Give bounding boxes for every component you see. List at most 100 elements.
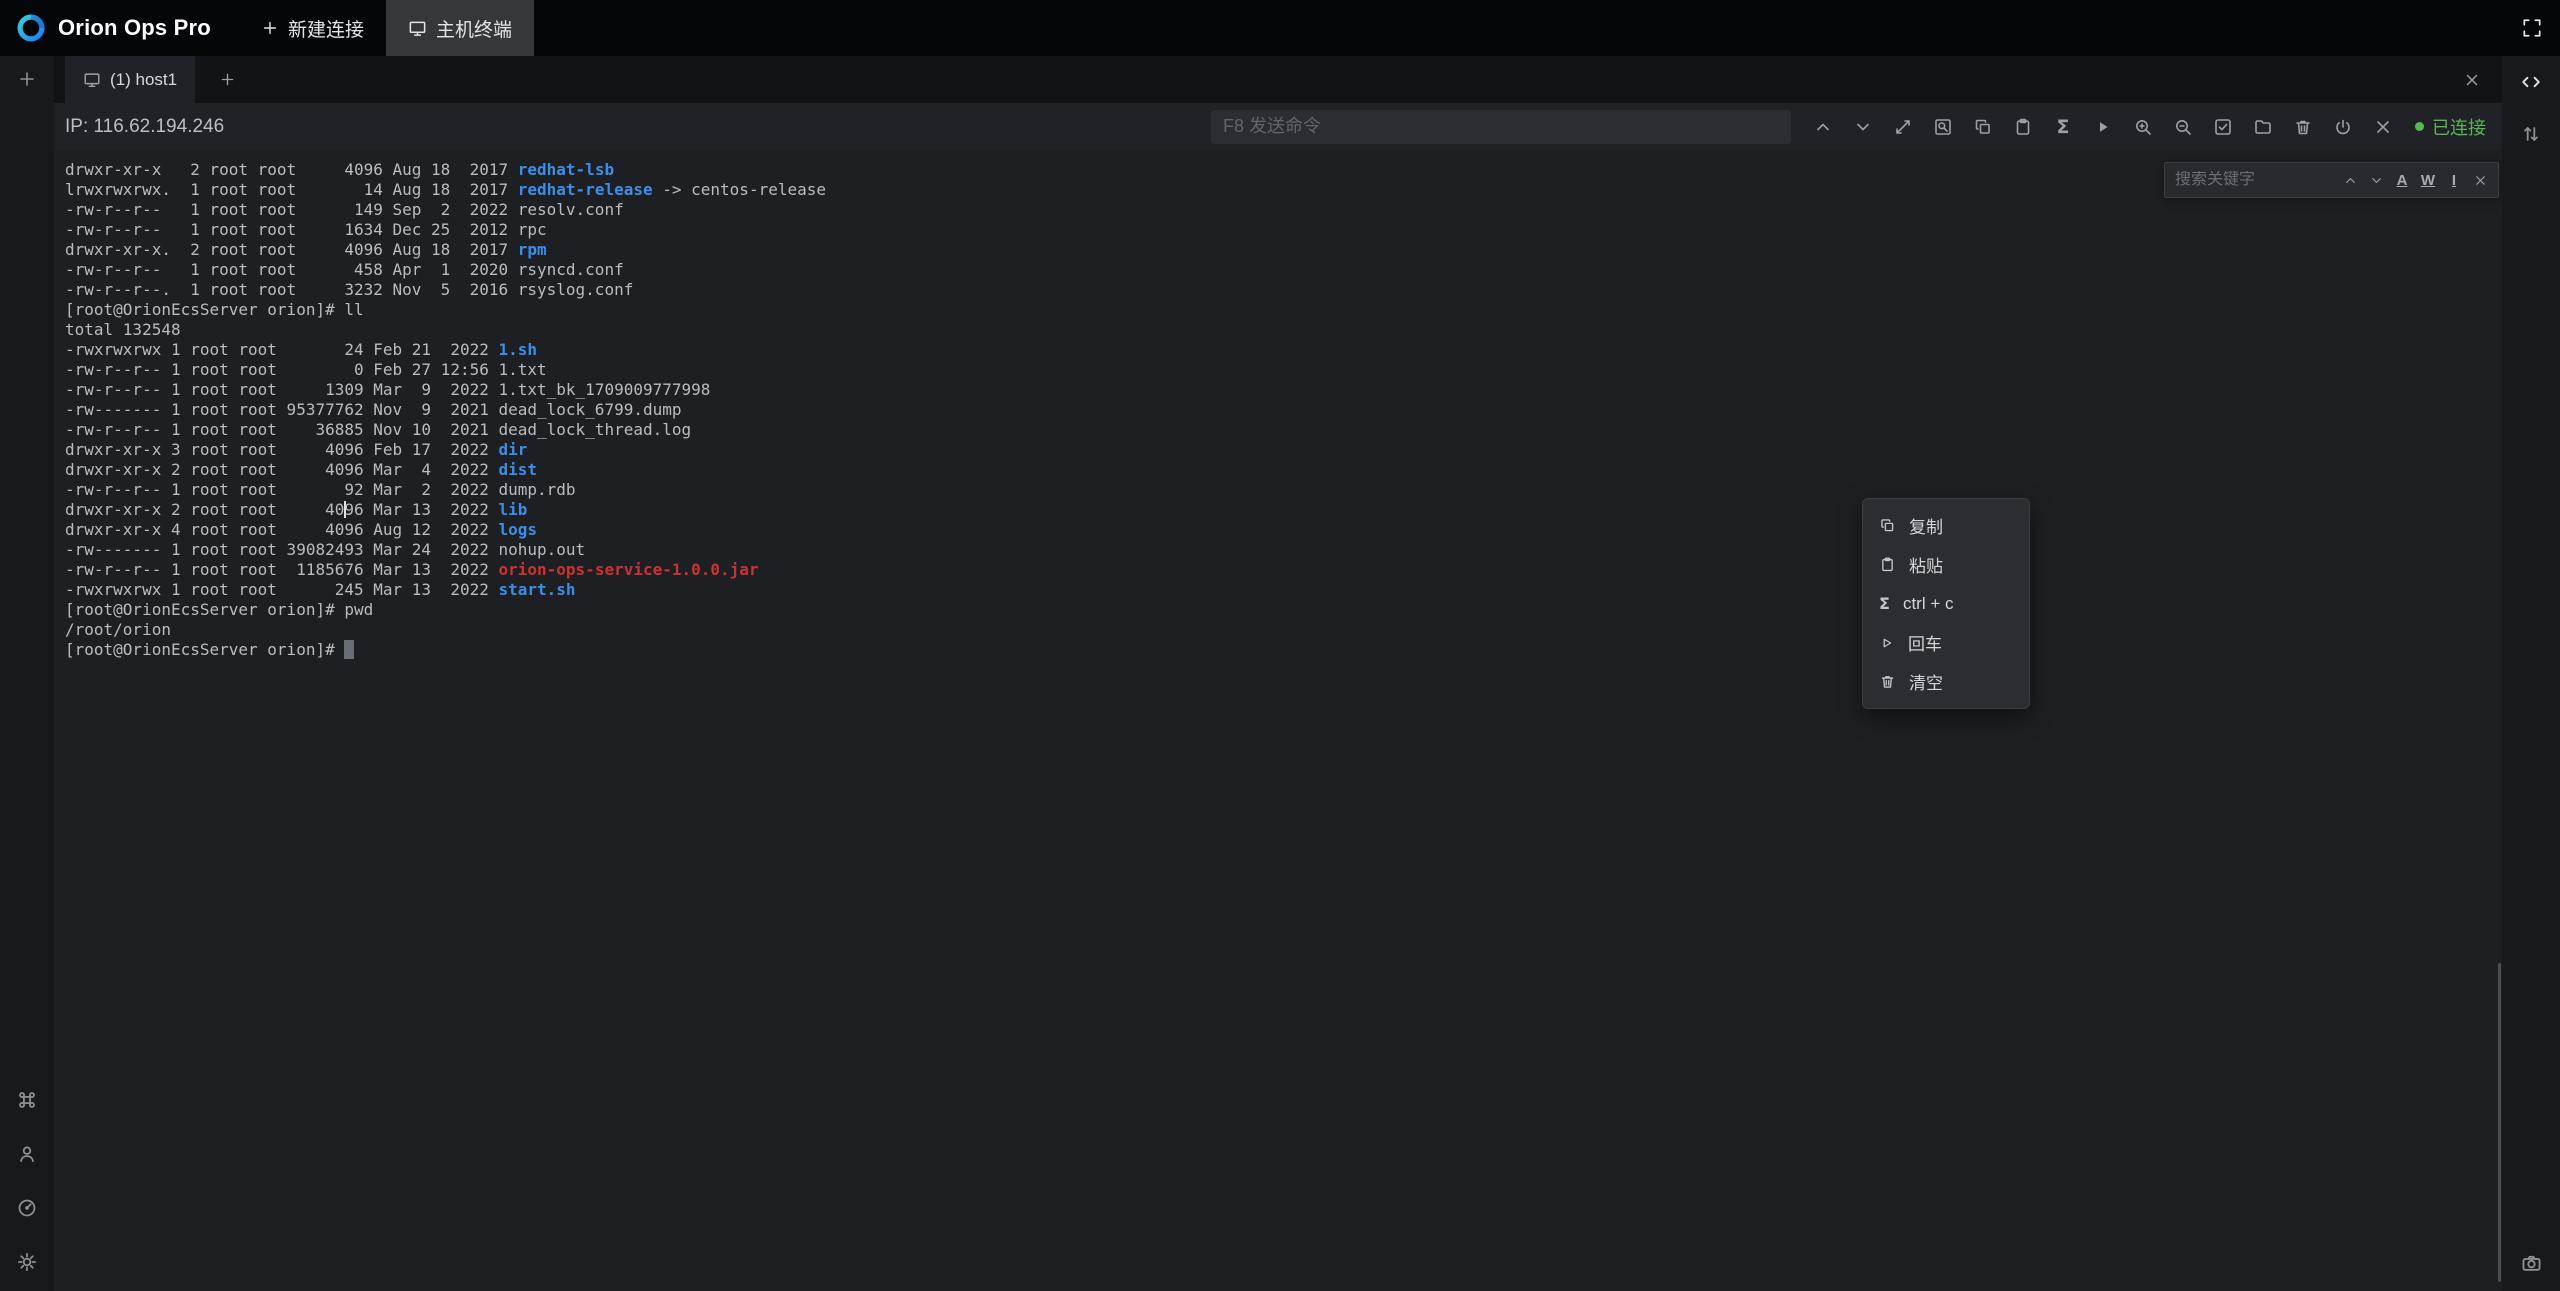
search-next-button[interactable] (2364, 168, 2388, 192)
chevron-down-icon (1853, 117, 1873, 137)
play-icon (2093, 117, 2113, 137)
zoom-out-button[interactable] (2169, 112, 2197, 142)
terminal-line: -rw-r--r-- 1 root root 0 Feb 27 12:56 1.… (65, 360, 2502, 380)
brand: Orion Ops Pro (0, 13, 239, 43)
context-menu-ctrl-c[interactable]: Σ ctrl + c (1863, 584, 2029, 623)
close-icon (2473, 173, 2488, 188)
text-cursor (344, 501, 346, 518)
new-tab-button[interactable] (213, 66, 241, 94)
screenshot-button[interactable] (2520, 1252, 2543, 1275)
disconnect-button[interactable] (2329, 112, 2357, 142)
terminal-line: -rw-r--r--. 1 root root 3232 Nov 5 2016 … (65, 280, 2502, 300)
dashboard-button[interactable] (16, 1197, 38, 1219)
terminal-line: lrwxrwxrwx. 1 root root 14 Aug 18 2017 r… (65, 180, 2502, 200)
close-all-tabs-button[interactable] (2458, 66, 2486, 94)
menu-host-terminal[interactable]: 主机终端 (386, 0, 534, 56)
terminal-line: drwxr-xr-x 4 root root 4096 Aug 12 2022 … (65, 520, 2502, 540)
search-close-button[interactable] (2468, 168, 2492, 192)
copy-icon (1973, 117, 1993, 137)
command-icon (16, 1089, 38, 1111)
send-command-input[interactable] (1211, 110, 1791, 144)
status-label: 已连接 (2432, 114, 2486, 140)
find-icon (1933, 117, 1953, 137)
settings-button[interactable] (16, 1251, 38, 1273)
search-button[interactable] (1929, 112, 1957, 142)
terminal-line: [root@OrionEcsServer orion]# (65, 640, 2502, 660)
terminal-line: -rw------- 1 root root 95377762 Nov 9 20… (65, 400, 2502, 420)
code-icon (2519, 70, 2543, 94)
copy-icon (1879, 517, 1896, 534)
terminal-scrollbar[interactable] (2498, 963, 2501, 1282)
sigma-icon: Σ (2057, 116, 2070, 138)
match-case-icon[interactable]: A (2390, 168, 2414, 192)
terminal-line: drwxr-xr-x 2 root root 4096 Mar 4 2022 d… (65, 460, 2502, 480)
host-ip-label: IP: 116.62.194.246 (65, 116, 224, 138)
shortcut-keys-button[interactable] (16, 1089, 38, 1111)
select-mode-button[interactable] (2209, 112, 2237, 142)
terminal-line: -rwxrwxrwx 1 root root 24 Feb 21 2022 1.… (65, 340, 2502, 360)
fullscreen-button[interactable] (2504, 0, 2560, 56)
ctrl-c-button[interactable]: Σ (2049, 112, 2077, 142)
terminal-line: drwxr-xr-x 3 root root 4096 Feb 17 2022 … (65, 440, 2502, 460)
plus-icon (219, 71, 236, 88)
context-menu-clear[interactable]: 清空 (1863, 662, 2029, 701)
close-session-button[interactable] (2369, 112, 2397, 142)
zoom-in-button[interactable] (2129, 112, 2157, 142)
menu-new-connection[interactable]: 新建连接 (239, 0, 386, 56)
close-icon (2463, 71, 2481, 89)
power-icon (2333, 117, 2353, 137)
scroll-down-button[interactable] (1849, 112, 1877, 142)
terminal-line: -rw-r--r-- 1 root root 36885 Nov 10 2021… (65, 420, 2502, 440)
terminal-line: drwxr-xr-x 2 root root 4096 Mar 13 2022 … (65, 500, 2502, 520)
left-sidebar (0, 56, 54, 1291)
menu-item-label: 回车 (1908, 630, 1942, 655)
connection-status: 已连接 (2415, 114, 2486, 140)
context-menu-enter[interactable]: 回车 (1863, 623, 2029, 662)
transfer-button[interactable] (2520, 123, 2542, 145)
terminal-line: /root/orion (65, 620, 2502, 640)
context-menu-copy[interactable]: 复制 (1863, 506, 2029, 545)
menu-item-label: ctrl + c (1903, 594, 1954, 614)
copy-button[interactable] (1969, 112, 1997, 142)
context-menu-paste[interactable]: 粘贴 (1863, 545, 2029, 584)
new-terminal-button[interactable] (17, 69, 37, 89)
scroll-up-button[interactable] (1809, 112, 1837, 142)
brand-logo-icon (16, 13, 46, 43)
file-manager-button[interactable] (2249, 112, 2277, 142)
send-enter-button[interactable] (2089, 112, 2117, 142)
camera-icon (2520, 1252, 2543, 1275)
fullscreen-icon (2521, 17, 2543, 39)
terminal-line: [root@OrionEcsServer orion]# pwd (65, 600, 2502, 620)
paste-button[interactable] (2009, 112, 2037, 142)
tab-label: (1) host1 (110, 70, 177, 90)
terminal-line: -rw-r--r-- 1 root root 1185676 Mar 13 20… (65, 560, 2502, 580)
menu-new-connection-label: 新建连接 (288, 15, 364, 42)
chevron-up-icon (1813, 117, 1833, 137)
terminal-line: -rw-r--r-- 1 root root 92 Mar 2 2022 dum… (65, 480, 2502, 500)
sigma-icon: Σ (1879, 594, 1890, 613)
context-menu: 复制 粘贴 Σ ctrl + c 回车 清空 (1862, 498, 2030, 709)
zoom-in-icon (2133, 117, 2153, 137)
maximize-button[interactable] (1889, 112, 1917, 142)
tabbar: (1) host1 (54, 56, 2502, 103)
whole-word-icon[interactable]: W (2416, 168, 2440, 192)
search-prev-button[interactable] (2338, 168, 2362, 192)
paste-icon (1879, 556, 1896, 573)
terminal-area[interactable]: drwxr-xr-x 2 root root 4096 Aug 18 2017 … (54, 150, 2502, 1291)
menu-item-label: 复制 (1909, 513, 1943, 538)
enter-icon (1879, 635, 1895, 651)
sftp-editor-button[interactable] (2519, 70, 2543, 94)
user-button[interactable] (16, 1143, 38, 1165)
terminal-line: [root@OrionEcsServer orion]# ll (65, 300, 2502, 320)
regex-icon[interactable]: I (2442, 168, 2466, 192)
expand-icon (1893, 117, 1913, 137)
search-input[interactable] (2175, 171, 2336, 189)
close-icon (2373, 117, 2393, 137)
tab-host1[interactable]: (1) host1 (65, 56, 195, 103)
clear-screen-button[interactable] (2289, 112, 2317, 142)
clear-icon (1879, 673, 1896, 690)
terminal-output[interactable]: drwxr-xr-x 2 root root 4096 Aug 18 2017 … (54, 150, 2502, 660)
terminal-line: drwxr-xr-x 2 root root 4096 Aug 18 2017 … (65, 160, 2502, 180)
terminal-line: -rwxrwxrwx 1 root root 245 Mar 13 2022 s… (65, 580, 2502, 600)
terminal-line: -rw-r--r-- 1 root root 458 Apr 1 2020 rs… (65, 260, 2502, 280)
